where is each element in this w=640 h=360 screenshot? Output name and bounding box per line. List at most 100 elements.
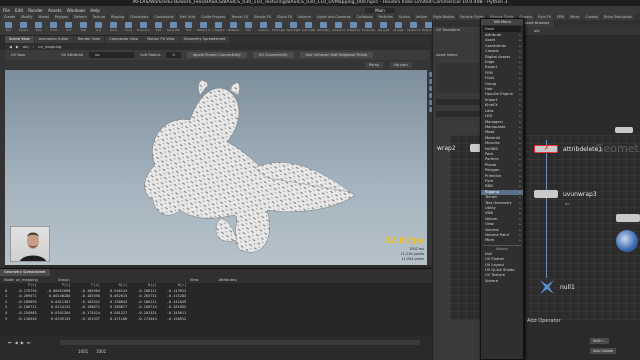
sphere-node-icon[interactable] — [616, 230, 638, 252]
tab-asset-browser[interactable]: Asset Browser — [520, 20, 554, 27]
shelf-tool[interactable]: Camera — [257, 22, 270, 34]
stats-time: 1002 ms — [409, 247, 424, 251]
shelf-tool-icon — [140, 22, 147, 28]
shelf-tool-label: Null — [80, 29, 87, 32]
start-frame[interactable]: 1001 — [96, 349, 106, 354]
menu-windows[interactable]: Windows — [67, 8, 86, 13]
play-icon[interactable]: ▶ — [21, 340, 24, 345]
auto-update-button[interactable]: Auto Update — [590, 348, 616, 354]
shelf-tool[interactable]: Platonic Solids — [197, 22, 210, 34]
shelf-tool[interactable]: Font — [182, 22, 195, 34]
step-back-icon[interactable]: ◀ — [15, 340, 18, 345]
shelf-tool[interactable]: Tube — [32, 22, 45, 34]
shelf-tool-icon — [245, 22, 252, 28]
shelf-tool[interactable]: Metaball — [227, 22, 240, 34]
node-null1[interactable] — [538, 278, 556, 296]
back-icon[interactable]: ◀ — [9, 44, 12, 49]
shift-hint-button[interactable]: Shift+... — [590, 338, 609, 344]
shelf-tool-icon — [35, 22, 42, 28]
forward-icon[interactable]: ▶ — [16, 44, 19, 49]
shelf-tool-icon — [155, 22, 162, 28]
uv-attribute-field[interactable]: uv — [89, 52, 135, 58]
tab-animation-editor[interactable]: Animation Editor — [34, 36, 73, 43]
desktop-selector[interactable]: Main — [364, 7, 395, 13]
time-slider[interactable] — [60, 340, 420, 345]
shelf-tool[interactable]: Sphere — [17, 22, 30, 34]
table-cell: 0.0239143 — [50, 316, 71, 321]
shelf-tool-icon — [380, 22, 387, 28]
camera-menu[interactable]: No cam — [390, 62, 412, 68]
tab-render-view[interactable]: Render View — [73, 36, 105, 43]
shelf-tool-label: Grid — [65, 29, 72, 32]
current-frame[interactable]: 1001 — [78, 349, 88, 354]
shelf-tool[interactable]: Caustic Light — [407, 22, 420, 34]
shelf-tool[interactable]: Point Light — [272, 22, 285, 34]
shelf-tool[interactable]: Sky Light — [377, 22, 390, 34]
node-top-right[interactable] — [615, 127, 633, 133]
shelf-tool[interactable]: L-System — [212, 22, 225, 34]
tool-name: UV Now — [11, 53, 26, 57]
network-path[interactable]: obj — [520, 27, 640, 35]
shelf-tool[interactable]: Spray Paint — [167, 22, 180, 34]
shelf-tool[interactable]: Curve — [122, 22, 135, 34]
table-row[interactable]: 5 -0.216445 0.0239143 -0.191337 0.471106 -0.1… — [0, 317, 191, 323]
shelf-tool-icon — [335, 22, 342, 28]
stats-points: 11,116 points — [400, 252, 424, 256]
tab-menu-item[interactable]: More — [481, 238, 523, 244]
shelf-tool[interactable]: Box — [2, 22, 15, 34]
node-attribdelete1[interactable]: ✗ — [534, 145, 558, 153]
shelf-tool-icon — [110, 22, 117, 28]
shelf-tool[interactable]: Geometry Light — [317, 22, 330, 34]
uv-connectivity-button[interactable]: UV Connectivity — [252, 52, 294, 58]
persp-menu[interactable]: Persp — [365, 62, 383, 68]
ignore-frozen-button[interactable]: Ignore Frozen Connectivity — [186, 52, 247, 58]
tab-geometry-spreadsheet[interactable]: Geometry Spreadsheet — [179, 36, 230, 43]
shelf-tool[interactable]: File — [242, 22, 255, 34]
skip-end-icon[interactable]: ⏭ — [27, 340, 31, 345]
menu-assets[interactable]: Assets — [48, 8, 62, 13]
shelf-tool[interactable]: Distant Light — [347, 22, 360, 34]
shelf-tool[interactable]: Area Light — [302, 22, 315, 34]
menu-edit[interactable]: Edit — [15, 8, 23, 13]
use-islands-button[interactable]: Use Unfrozen Soft Neighbor Points — [299, 52, 374, 58]
shelf-tool-icon — [290, 22, 297, 28]
path-node[interactable]: uv_mapping — [38, 44, 61, 49]
shelf-tool[interactable]: Spot Light — [287, 22, 300, 34]
shelf-tool[interactable]: GI Light — [392, 22, 405, 34]
shelf-tool[interactable]: Line — [92, 22, 105, 34]
tab-menu-search[interactable]: Node — [483, 26, 521, 32]
menu-render[interactable]: Render — [28, 8, 43, 13]
shelf-tool[interactable]: Path — [152, 22, 165, 34]
shelf-tool-icon — [275, 22, 282, 28]
soft-radius-field[interactable]: 0 — [166, 52, 181, 58]
scene-viewport[interactable]: 32.81fps 1002 ms 11,116 points 11,054 pr… — [5, 70, 427, 265]
shelf-tool[interactable]: Circle — [107, 22, 120, 34]
spreadsheet-attributes-label: Attributes: — [218, 277, 238, 282]
menu-help[interactable]: Help — [90, 8, 100, 13]
partial-node-label: wrap2 — [437, 145, 456, 152]
shelf-tool[interactable]: Draw Curve — [137, 22, 150, 34]
node-offscreen[interactable] — [616, 214, 640, 222]
tab-composite-view[interactable]: Composite View — [105, 36, 143, 43]
soft-radius-label: Soft Radius — [140, 53, 161, 57]
shelf-tool-icon — [65, 22, 72, 28]
shelf-tool-icon — [215, 22, 222, 28]
presenter-video — [20, 232, 46, 261]
node-uvunwrap3[interactable] — [534, 190, 558, 198]
tab-geometry-spreadsheet-lower[interactable]: Geometry Spreadsheet — [0, 269, 50, 276]
shelf-tool[interactable]: Grid — [62, 22, 75, 34]
menu-file[interactable]: File — [3, 8, 10, 13]
shelf-tool[interactable]: Torus — [47, 22, 60, 34]
skip-start-icon[interactable]: ⏮ — [8, 340, 12, 345]
shelf-tool-label: Tube — [35, 29, 42, 32]
tab-menu-history-item[interactable]: Sphere — [481, 279, 523, 284]
tab-scene-view[interactable]: Scene View — [5, 36, 34, 43]
shelf-tool[interactable]: Volume Light — [332, 22, 345, 34]
path-root[interactable]: obj — [23, 44, 29, 49]
shelf-tool[interactable]: Null — [77, 22, 90, 34]
network-tabs: Asset Browser — [520, 20, 640, 27]
spreadsheet-view-menu[interactable]: View — [190, 278, 199, 282]
shelf-tool[interactable]: Environment Light — [362, 22, 375, 34]
shelf-tool-icon — [170, 22, 177, 28]
tab-motion-fx-view[interactable]: Motion FX View — [143, 36, 179, 43]
